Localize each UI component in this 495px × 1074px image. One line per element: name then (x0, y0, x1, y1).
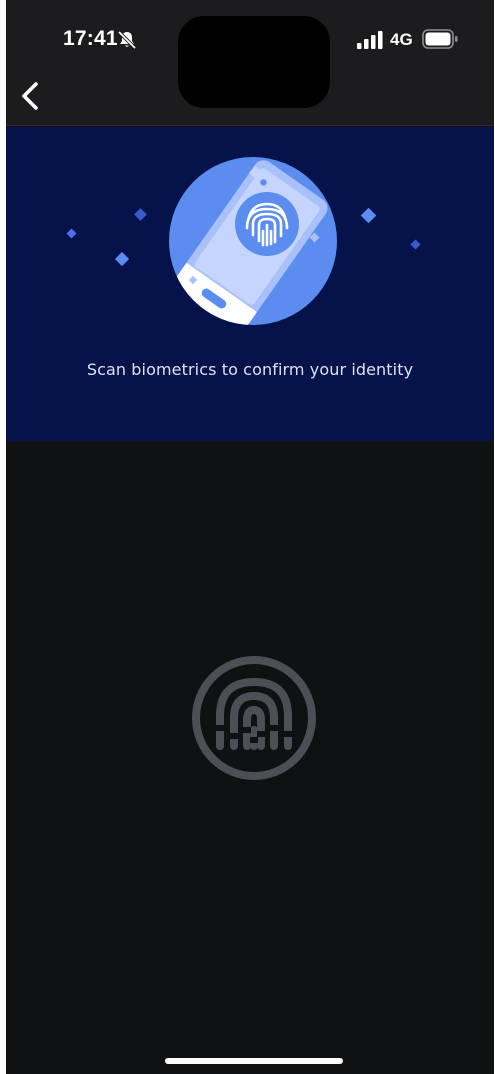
home-indicator[interactable] (165, 1058, 343, 1064)
status-time: 17:41 (63, 27, 118, 50)
status-bar: 17:41 4G (6, 0, 494, 126)
sparkle (360, 207, 377, 224)
sparkle (66, 228, 77, 239)
chevron-left-icon[interactable] (12, 78, 48, 114)
fingerprint-icon (192, 656, 316, 780)
signal-icon (357, 31, 383, 49)
bell-slash-icon (118, 31, 136, 49)
dynamic-island (178, 16, 330, 108)
battery-icon (422, 29, 458, 49)
network-type: 4G (390, 30, 413, 49)
fingerprint-scan-button[interactable] (190, 654, 318, 782)
biometric-screen: 17:41 4G Scan biometrics to confirm your… (6, 0, 494, 1074)
sparkle (410, 239, 421, 250)
hero-banner: Scan biometrics to confirm your identity (6, 127, 494, 441)
sparkle (134, 208, 147, 221)
biometric-prompt-text: Scan biometrics to confirm your identity (86, 360, 414, 379)
phone-fingerprint-illustration (66, 157, 421, 325)
sparkle (114, 251, 130, 267)
